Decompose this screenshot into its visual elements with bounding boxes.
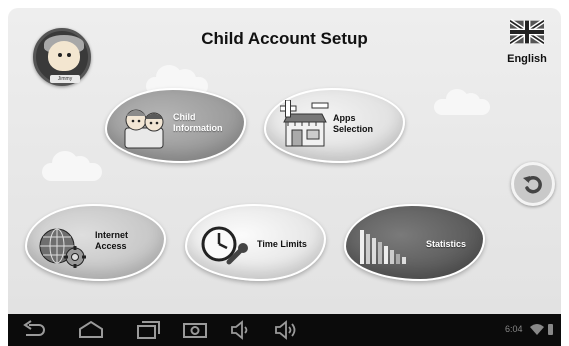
app-store-icon	[280, 100, 329, 147]
volume-up-icon[interactable]	[274, 320, 300, 340]
time-limits-button[interactable]: Time Limits	[185, 204, 326, 281]
child-information-label: Child Information	[173, 112, 223, 133]
internet-access-label: Internet Access	[95, 230, 129, 251]
avatar-eye	[58, 53, 62, 57]
apps-selection-label: Apps Selection	[333, 113, 374, 134]
system-navigation-bar: 6:04	[8, 314, 561, 346]
statistics-label: Statistics	[426, 239, 467, 249]
volume-down-icon[interactable]	[230, 320, 252, 340]
statistics-button[interactable]: Statistics	[344, 204, 485, 281]
back-button[interactable]	[511, 162, 555, 206]
back-arrow-icon[interactable]	[22, 320, 46, 340]
cloud-decoration	[42, 151, 102, 181]
clock-wrench-icon	[201, 226, 248, 265]
language-label: English	[507, 53, 547, 65]
wifi-icon	[530, 324, 544, 335]
language-selector[interactable]: English	[499, 18, 555, 65]
home-icon[interactable]	[78, 320, 104, 340]
bar-chart-icon	[360, 230, 406, 264]
time-limits-label: Time Limits	[257, 239, 307, 249]
avatar-nametag: Jimmy	[50, 75, 80, 83]
avatar-eye	[67, 53, 71, 57]
internet-access-button[interactable]: Internet Access	[25, 204, 166, 281]
cloud-decoration	[434, 89, 490, 115]
battery-icon	[548, 324, 553, 335]
uk-flag-icon	[510, 18, 544, 46]
screen: Jimmy Child Account Setup English Child …	[0, 0, 569, 346]
app-window: Jimmy Child Account Setup English Child …	[8, 8, 561, 314]
screenshot-icon[interactable]	[182, 320, 208, 340]
globe-gear-icon	[39, 228, 86, 268]
page-title: Child Account Setup	[201, 29, 368, 48]
clock-time: 6:04	[505, 324, 523, 334]
children-icon	[124, 109, 164, 149]
child-information-button[interactable]: Child Information	[105, 88, 246, 163]
recent-apps-icon[interactable]	[135, 320, 161, 340]
apps-selection-button[interactable]: Apps Selection	[264, 88, 405, 163]
undo-icon	[523, 175, 542, 194]
